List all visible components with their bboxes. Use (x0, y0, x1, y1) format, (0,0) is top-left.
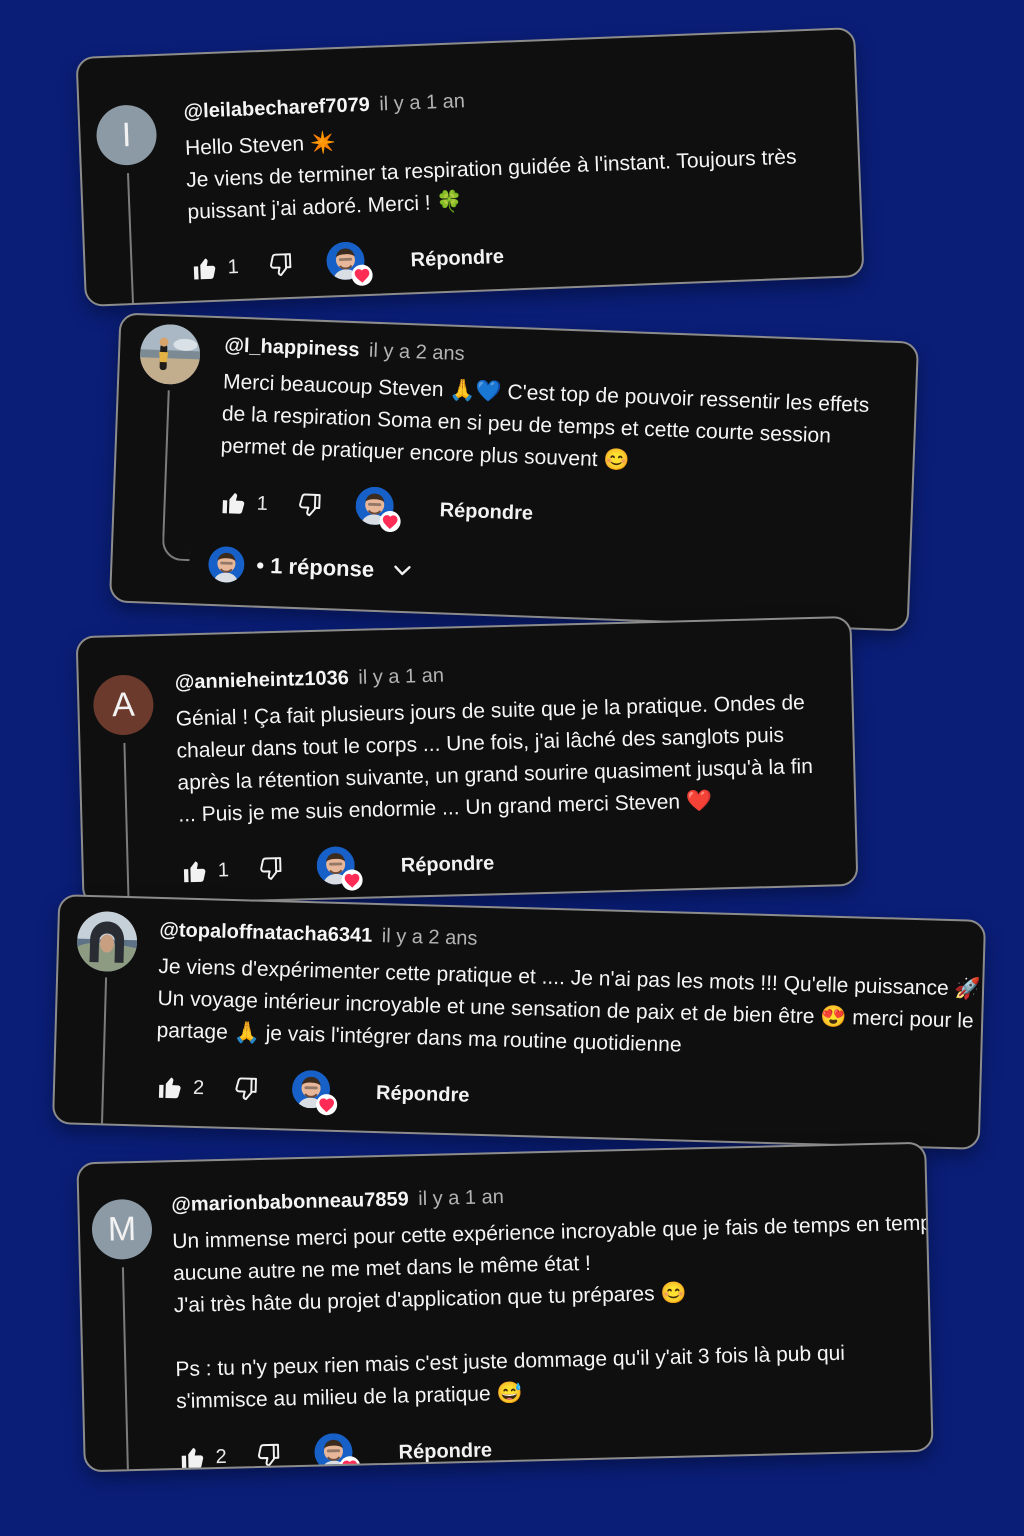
chevron-down-icon (390, 559, 415, 584)
avatar-photo (139, 323, 201, 385)
comment-actions: 1 Répondre (218, 484, 891, 545)
thread-line (126, 173, 135, 307)
comment-card: @l_happiness il y a 2 ans Merci beaucoup… (108, 312, 920, 632)
like-count: 1 (256, 492, 269, 515)
reply-button[interactable]: Répondre (401, 852, 495, 877)
thread-line (121, 1267, 130, 1473)
comment-actions: 2 Répondre (177, 1422, 912, 1472)
avatar[interactable]: I (95, 104, 158, 167)
comment-content: @leilabecharef7079 il y a 1 an Hello Ste… (183, 74, 842, 287)
comment-actions: 1 Répondre (189, 226, 842, 287)
creator-heart-icon (355, 486, 399, 530)
replies-count: • 1 réponse (255, 552, 375, 582)
comment-content: @l_happiness il y a 2 ans Merci beaucoup… (218, 332, 896, 544)
reply-button[interactable]: Répondre (439, 499, 533, 525)
timestamp[interactable]: il y a 2 ans (369, 340, 465, 365)
dislike-icon[interactable] (232, 1074, 263, 1105)
comment-card: @topaloffnatacha6341 il y a 2 ans Je vie… (51, 894, 987, 1150)
comment-text: Génial ! Ça fait plusieurs jours de suit… (175, 686, 834, 831)
thread-line (162, 390, 170, 535)
comment-actions: 1 Répondre (179, 836, 836, 889)
avatar-letter: I (121, 115, 132, 154)
username[interactable]: @l_happiness (224, 334, 360, 361)
comment-actions: 2 Répondre (155, 1069, 960, 1127)
view-replies-button[interactable]: • 1 réponse (208, 546, 415, 590)
avatar[interactable] (76, 911, 138, 973)
comment-card: I @leilabecharef7079 il y a 1 an Hello S… (75, 27, 865, 307)
avatar-letter: M (107, 1209, 137, 1249)
creator-heart-icon (314, 1433, 357, 1473)
creator-heart-icon (316, 846, 359, 889)
thread-line (123, 742, 130, 907)
avatar-photo (76, 911, 138, 973)
comment-text: Merci beaucoup Steven 🙏💙 C'est top de po… (220, 366, 895, 487)
reply-button[interactable]: Répondre (376, 1082, 470, 1108)
reply-avatar (208, 546, 245, 583)
username[interactable]: @annieheintz1036 (175, 667, 350, 694)
like-icon[interactable] (189, 253, 220, 284)
timestamp[interactable]: il y a 2 ans (381, 925, 477, 950)
avatar[interactable]: A (92, 674, 155, 736)
timestamp[interactable]: il y a 1 an (358, 665, 444, 689)
like-count: 1 (227, 255, 240, 278)
comment-content: @annieheintz1036 il y a 1 an Génial ! Ça… (175, 652, 837, 889)
username[interactable]: @marionbabonneau7859 (171, 1188, 409, 1216)
dislike-icon[interactable] (257, 854, 288, 885)
like-icon[interactable] (179, 856, 210, 887)
username[interactable]: @topaloffnatacha6341 (159, 919, 372, 947)
avatar[interactable] (139, 323, 201, 385)
avatar-letter: A (111, 685, 136, 724)
like-icon[interactable] (218, 487, 249, 518)
comment-content: @marionbabonneau7859 il y a 1 an Un imme… (171, 1174, 934, 1472)
creator-heart-icon (326, 241, 370, 285)
like-icon[interactable] (155, 1072, 186, 1103)
like-count: 2 (215, 1445, 227, 1468)
comment-card: M @marionbabonneau7859 il y a 1 an Un im… (76, 1141, 934, 1473)
comment-text: Un immense merci pour cette expérience i… (172, 1208, 934, 1418)
thread-line (100, 977, 108, 1128)
timestamp[interactable]: il y a 1 an (418, 1186, 504, 1210)
reply-button[interactable]: Répondre (410, 245, 504, 272)
comment-text: Je viens d'expérimenter cette pratique e… (156, 951, 981, 1069)
dislike-icon[interactable] (295, 490, 326, 521)
like-count: 1 (217, 858, 230, 882)
comment-content: @topaloffnatacha6341 il y a 2 ans Je vie… (155, 917, 981, 1127)
like-icon[interactable] (177, 1442, 208, 1472)
dislike-icon[interactable] (266, 250, 297, 281)
avatar[interactable]: M (91, 1198, 153, 1261)
comment-text: Hello Steven ✴️ Je viens de terminer ta … (184, 108, 839, 229)
thread-curve (161, 532, 191, 562)
dislike-icon[interactable] (254, 1440, 285, 1471)
reply-button[interactable]: Répondre (398, 1439, 492, 1464)
creator-heart-icon (292, 1070, 335, 1113)
like-count: 2 (192, 1076, 205, 1099)
comment-card: A @annieheintz1036 il y a 1 an Génial ! … (75, 615, 859, 907)
username[interactable]: @leilabecharef7079 (183, 94, 370, 123)
timestamp[interactable]: il y a 1 an (379, 90, 465, 115)
